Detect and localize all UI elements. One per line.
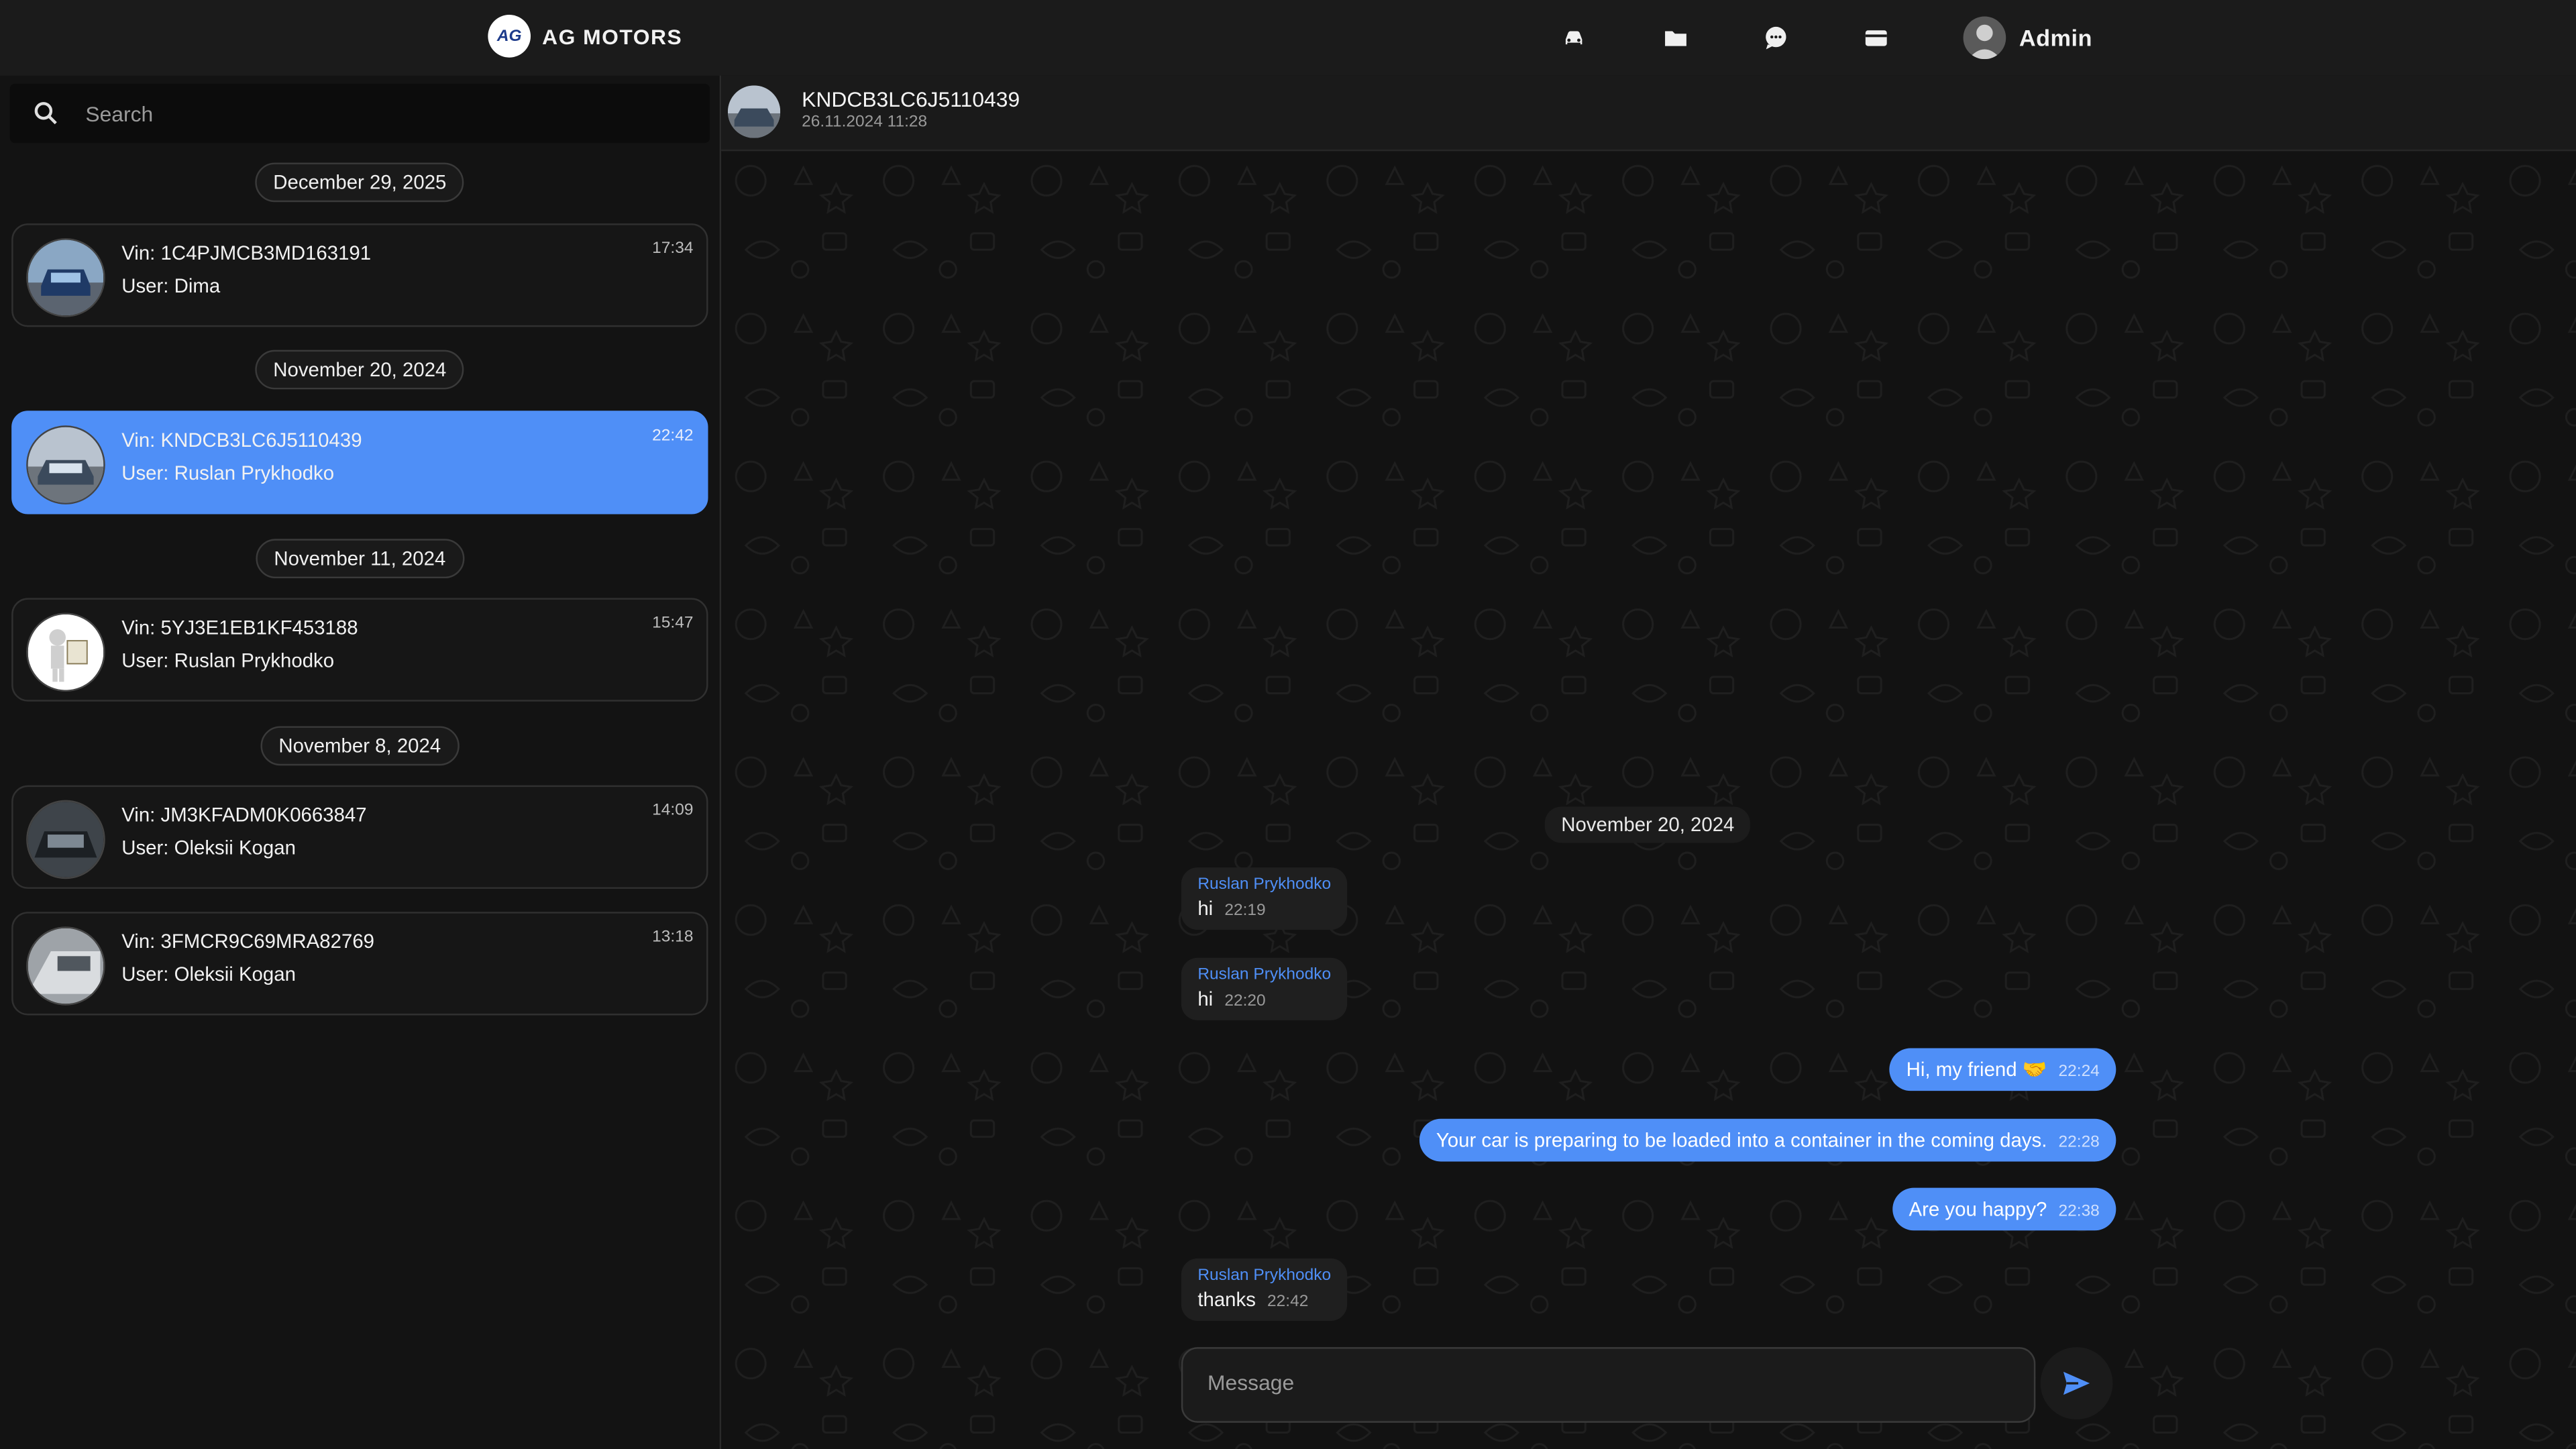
wallet-icon[interactable] bbox=[1863, 25, 1889, 51]
conversation-title: KNDCB3LC6J5110439 bbox=[802, 87, 1020, 112]
car-thumbnail bbox=[26, 425, 105, 504]
message-text: Hi, my friend 🤝 bbox=[1906, 1058, 2047, 1081]
message-incoming: Ruslan Prykhodko thanks 22:42 bbox=[1181, 1258, 1348, 1321]
chat-item[interactable]: Vin: 1C4PJMCB3MD163191 User: Dima 17:34 bbox=[11, 223, 708, 327]
chat-vin: Vin: 5YJ3E1EB1KF453188 bbox=[121, 616, 358, 639]
message-date-divider: November 20, 2024 bbox=[1544, 806, 1751, 843]
conversation-avatar[interactable] bbox=[727, 85, 781, 138]
conversation-subtitle: 26.11.2024 11:28 bbox=[802, 113, 928, 131]
car-thumbnail bbox=[26, 238, 105, 317]
chat-user: User: Dima bbox=[121, 274, 221, 298]
chat-item-active[interactable]: Vin: KNDCB3LC6J5110439 User: Ruslan Pryk… bbox=[11, 411, 708, 515]
chat-bubble-icon[interactable] bbox=[1763, 25, 1789, 51]
conversation-panel: KNDCB3LC6J5110439 26.11.2024 11:28 Novem… bbox=[721, 75, 2576, 1449]
message-author: Ruslan Prykhodko bbox=[1197, 966, 1332, 984]
send-button[interactable] bbox=[2040, 1347, 2113, 1419]
chat-item[interactable]: Vin: 5YJ3E1EB1KF453188 User: Ruslan Pryk… bbox=[11, 598, 708, 702]
chat-time: 13:18 bbox=[652, 928, 694, 947]
folder-icon[interactable] bbox=[1662, 25, 1688, 51]
search-icon bbox=[34, 102, 57, 125]
chat-vin: Vin: JM3KFADM0K0663847 bbox=[121, 803, 367, 826]
chat-list-sidebar: December 29, 2025 Vin: 1C4PJMCB3MD163191… bbox=[0, 75, 722, 1449]
search-box[interactable] bbox=[9, 83, 710, 144]
message-text: thanks bbox=[1197, 1288, 1256, 1311]
message-time: 22:38 bbox=[2058, 1202, 2100, 1221]
placeholder-thumbnail bbox=[26, 612, 105, 692]
user-name: Admin bbox=[2019, 24, 2092, 51]
brand-logo: AG bbox=[488, 15, 531, 58]
brand-name: AG MOTORS bbox=[542, 23, 683, 49]
chat-item[interactable]: Vin: JM3KFADM0K0663847 User: Oleksii Kog… bbox=[11, 785, 708, 889]
date-divider: November 20, 2024 bbox=[255, 350, 465, 390]
app-root: AG AG MOTORS Admin Search December 29, 2… bbox=[0, 0, 2576, 1449]
car-thumbnail bbox=[26, 800, 105, 879]
message-time: 22:42 bbox=[1267, 1293, 1309, 1311]
message-incoming: Ruslan Prykhodko hi 22:20 bbox=[1181, 957, 1348, 1020]
top-navbar: AG AG MOTORS Admin bbox=[0, 0, 2576, 78]
chat-user: User: Ruslan Prykhodko bbox=[121, 649, 335, 672]
user-avatar-icon bbox=[1963, 16, 2006, 60]
message-time: 22:28 bbox=[2058, 1133, 2100, 1152]
chat-user: User: Oleksii Kogan bbox=[121, 836, 296, 859]
message-text: hi bbox=[1197, 987, 1214, 1011]
chat-item[interactable]: Vin: 3FMCR9C69MRA82769 User: Oleksii Kog… bbox=[11, 912, 708, 1016]
message-author: Ruslan Prykhodko bbox=[1197, 875, 1332, 894]
message-author: Ruslan Prykhodko bbox=[1197, 1267, 1332, 1285]
brand[interactable]: AG AG MOTORS bbox=[488, 15, 682, 58]
search-input[interactable] bbox=[82, 99, 680, 127]
car-icon[interactable] bbox=[1561, 25, 1587, 51]
chat-time: 17:34 bbox=[652, 239, 694, 258]
message-input[interactable] bbox=[1204, 1368, 2000, 1397]
message-outgoing: Your car is preparing to be loaded into … bbox=[1419, 1118, 2116, 1162]
date-divider: November 11, 2024 bbox=[256, 539, 464, 579]
message-text: hi bbox=[1197, 897, 1214, 920]
chat-background-pattern bbox=[721, 151, 2576, 1449]
conversation-header: KNDCB3LC6J5110439 26.11.2024 11:28 bbox=[721, 75, 2576, 152]
message-time: 22:19 bbox=[1224, 902, 1266, 920]
chat-time: 14:09 bbox=[652, 802, 694, 820]
message-text: Are you happy? bbox=[1909, 1197, 2047, 1221]
message-outgoing: Hi, my friend 🤝 22:24 bbox=[1890, 1048, 2116, 1091]
chat-vin: Vin: 1C4PJMCB3MD163191 bbox=[121, 241, 372, 265]
message-outgoing: Are you happy? 22:38 bbox=[1892, 1187, 2116, 1231]
chat-user: User: Oleksii Kogan bbox=[121, 963, 296, 986]
send-icon bbox=[2063, 1371, 2090, 1395]
chat-vin: Vin: 3FMCR9C69MRA82769 bbox=[121, 930, 375, 953]
message-time: 22:24 bbox=[2058, 1063, 2100, 1081]
chat-time: 15:47 bbox=[652, 614, 694, 633]
date-divider: November 8, 2024 bbox=[260, 726, 460, 766]
car-thumbnail bbox=[26, 926, 105, 1006]
chat-user: User: Ruslan Prykhodko bbox=[121, 462, 335, 485]
date-divider: December 29, 2025 bbox=[255, 162, 465, 203]
user-menu[interactable]: Admin bbox=[1963, 16, 2092, 60]
chat-time: 22:42 bbox=[652, 427, 694, 445]
message-text: Your car is preparing to be loaded into … bbox=[1436, 1128, 2047, 1152]
chat-vin: Vin: KNDCB3LC6J5110439 bbox=[121, 429, 362, 452]
message-composer[interactable] bbox=[1181, 1347, 2036, 1423]
message-time: 22:20 bbox=[1224, 992, 1266, 1011]
message-incoming: Ruslan Prykhodko hi 22:19 bbox=[1181, 867, 1348, 930]
